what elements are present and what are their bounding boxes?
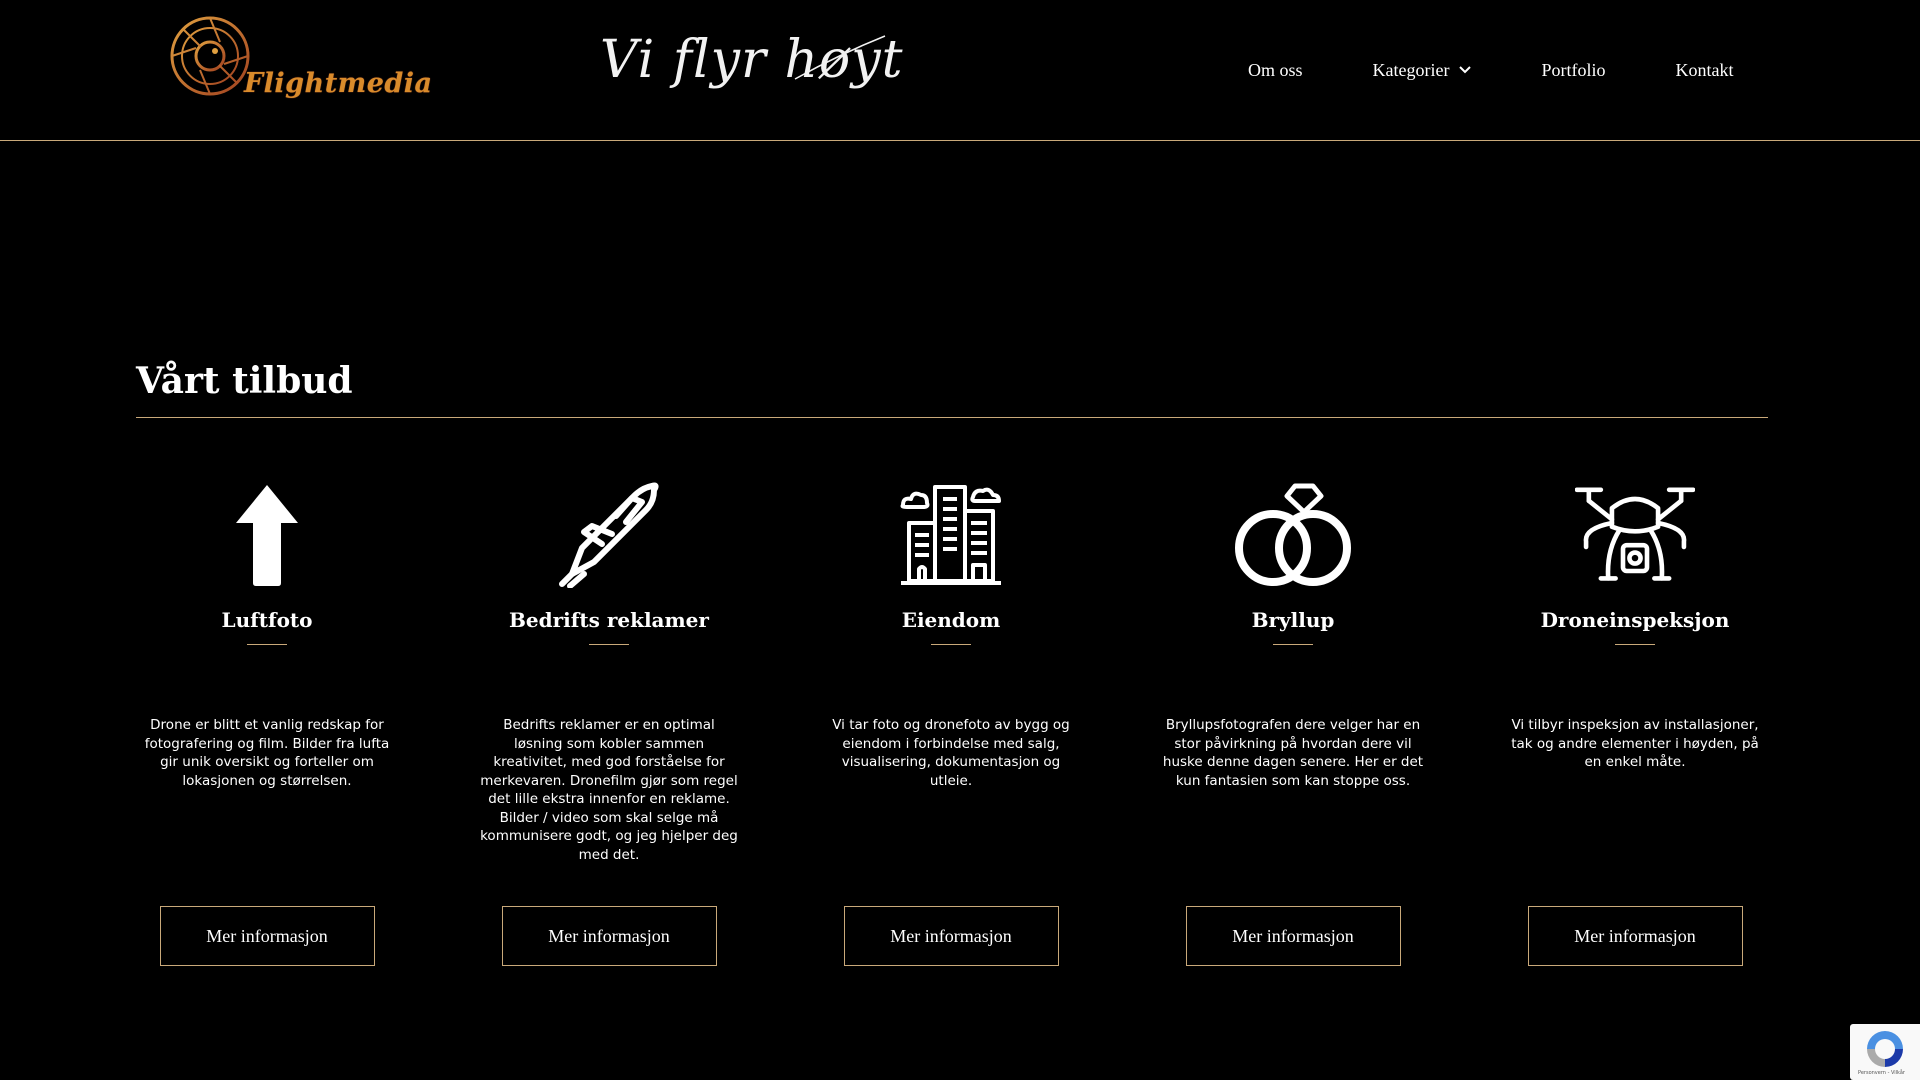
chevron-down-icon [1459,66,1472,74]
wedding-rings-icon [1233,480,1353,590]
logo[interactable]: Flightmedia [168,14,432,110]
card-title-underline [1615,644,1655,645]
more-info-button[interactable]: Mer informasjon [159,906,375,966]
logo-text: Flightmedia [244,68,433,99]
service-card-bryllup: Bryllup Bryllupsfotografen dere velger h… [1143,480,1443,966]
more-info-button[interactable]: Mer informasjon [1527,906,1743,966]
nav-kategorier[interactable]: Kategorier [1373,60,1472,81]
section-title: Vårt tilbud [136,360,353,402]
card-title: Luftfoto [221,608,313,632]
airplane-icon [549,480,669,590]
recaptcha-icon [1867,1031,1903,1067]
camera-aperture-icon [170,16,250,96]
buildings-icon [891,480,1011,590]
card-description: Vi tilbyr inspeksjon av installasjoner, … [1511,717,1759,770]
nav-kontakt[interactable]: Kontakt [1676,60,1734,81]
nav-label: Portfolio [1541,59,1606,80]
service-card-droneinspeksjon: Droneinspeksjon Vi tilbyr inspeksjon av … [1485,480,1785,966]
nav-label: Om oss [1248,59,1303,80]
more-info-button[interactable]: Mer informasjon [1185,906,1401,966]
nav-portfolio[interactable]: Portfolio [1541,60,1605,81]
card-title: Eiendom [901,608,1001,632]
main-nav: Om oss Kategorier Portfolio Kontakt [1248,58,1734,82]
card-title-underline [247,644,287,645]
card-title: Bedrifts reklamer [509,608,709,632]
section-divider [136,417,1768,418]
card-description: Bedrifts reklamer er en optimal løsning … [480,717,738,863]
service-card-luftfoto: Luftfoto Drone er blitt et vanlig redska… [117,480,417,966]
card-title-underline [589,644,629,645]
nav-label: Kontakt [1675,59,1734,80]
card-description: Drone er blitt et vanlig redskap for fot… [144,717,390,789]
service-card-bedrifts-reklamer: Bedrifts reklamer Bedrifts reklamer er e… [459,480,759,966]
drone-icon [1575,480,1695,590]
nav-om-oss[interactable]: Om oss [1248,60,1303,81]
service-card-eiendom: Eiendom Vi tar foto og dronefoto av bygg… [801,480,1101,966]
recaptcha-links[interactable]: Personvern - Vilkår [1858,1070,1905,1076]
card-description: Bryllupsfotografen dere velger har en st… [1162,717,1424,789]
card-title-underline [1273,644,1313,645]
more-info-button[interactable]: Mer informasjon [843,906,1059,966]
card-title-underline [931,644,971,645]
tagline-flourish [794,35,886,80]
card-description: Vi tar foto og dronefoto av bygg og eien… [832,717,1070,789]
arrow-up-icon [207,480,327,590]
recaptcha-badge[interactable]: Personvern - Vilkår [1850,1024,1920,1080]
nav-label: Kategorier [1372,59,1450,80]
more-info-button[interactable]: Mer informasjon [501,906,717,966]
site-header: Flightmedia Vi flyr høyt Om oss Kategori… [0,0,1920,141]
service-cards: Luftfoto Drone er blitt et vanlig redska… [0,480,1920,1000]
card-title: Bryllup [1251,608,1335,632]
card-title: Droneinspeksjon [1540,608,1730,632]
